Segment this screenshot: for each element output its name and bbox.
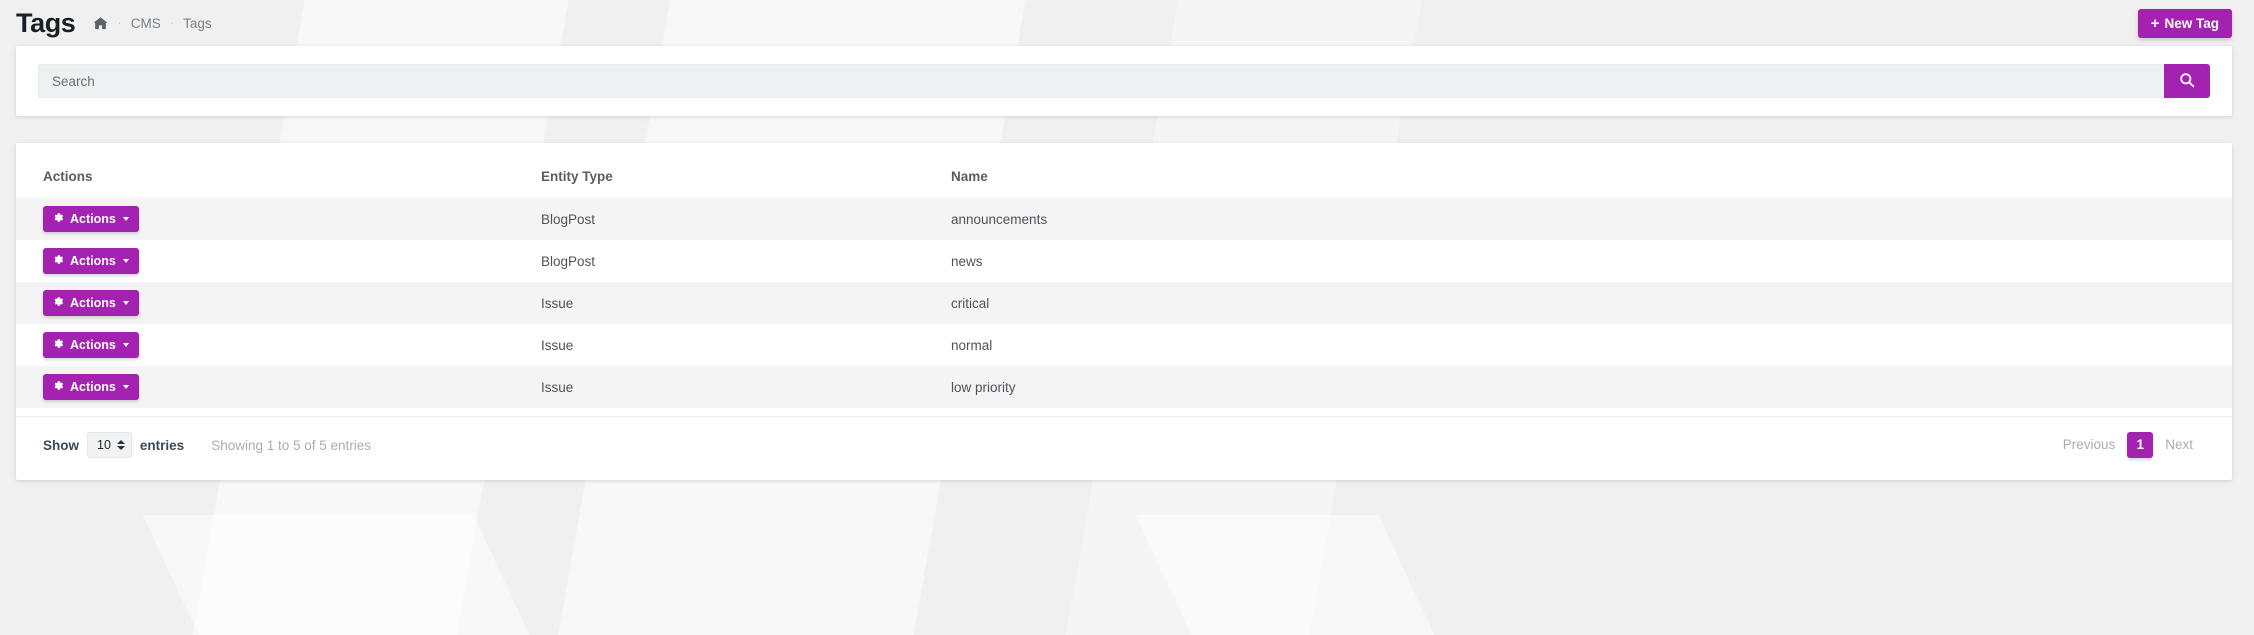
cell-actions: Actions	[16, 198, 541, 240]
tags-table-card: Actions Entity Type Name Actions BlogPos…	[16, 143, 2232, 480]
table-row: Actions Issue critical	[16, 282, 2232, 324]
cell-name: news	[951, 240, 2232, 282]
caret-down-icon	[122, 259, 129, 263]
gear-icon	[53, 338, 64, 352]
search-row	[38, 64, 2210, 98]
tags-table: Actions Entity Type Name Actions BlogPos…	[16, 143, 2232, 408]
search-button[interactable]	[2164, 64, 2210, 98]
breadcrumb-separator-2: ·	[169, 14, 175, 30]
table-header-row: Actions Entity Type Name	[16, 143, 2232, 198]
row-actions-button[interactable]: Actions	[43, 206, 139, 232]
cell-actions: Actions	[16, 366, 541, 408]
breadcrumb: · CMS · Tags	[93, 14, 212, 31]
cell-name: normal	[951, 324, 2232, 366]
table-row: Actions BlogPost announcements	[16, 198, 2232, 240]
row-actions-button[interactable]: Actions	[43, 248, 139, 274]
row-actions-button[interactable]: Actions	[43, 332, 139, 358]
home-icon[interactable]	[93, 16, 108, 31]
entries-label: entries	[139, 437, 185, 453]
breadcrumb-separator-1: ·	[117, 14, 122, 30]
row-actions-label: Actions	[70, 380, 116, 394]
cell-entity-type: Issue	[541, 324, 951, 366]
page-length-select[interactable]: 10	[87, 432, 132, 458]
cell-entity-type: BlogPost	[541, 240, 951, 282]
gear-icon	[53, 380, 64, 394]
cell-entity-type: Issue	[541, 366, 951, 408]
caret-down-icon	[122, 301, 129, 305]
new-tag-button[interactable]: + New Tag	[2137, 8, 2232, 38]
stepper-arrows-icon	[116, 440, 125, 450]
table-row: Actions BlogPost news	[16, 240, 2232, 282]
table-row: Actions Issue normal	[16, 324, 2232, 366]
page-length-control: Show 10 entries	[43, 432, 184, 458]
cell-entity-type: BlogPost	[541, 198, 951, 240]
plus-icon: +	[2150, 14, 2160, 32]
row-actions-label: Actions	[70, 254, 116, 268]
breadcrumb-item-tags[interactable]: Tags	[183, 16, 212, 31]
cell-name: critical	[951, 282, 2232, 324]
cell-name: announcements	[951, 198, 2232, 240]
gear-icon	[53, 212, 64, 226]
pagination-previous[interactable]: Previous	[2051, 432, 2128, 458]
gear-icon	[53, 254, 64, 268]
cell-entity-type: Issue	[541, 282, 951, 324]
page-length-value: 10	[97, 438, 111, 452]
page-title: Tags	[16, 7, 76, 38]
page-root: Tags · CMS · Tags + New Tag Search Actio…	[0, 0, 2254, 480]
pagination-next[interactable]: Next	[2153, 432, 2205, 458]
show-label: Show	[43, 437, 79, 453]
row-actions-label: Actions	[70, 296, 116, 310]
cell-actions: Actions	[16, 282, 541, 324]
row-actions-button[interactable]: Actions	[43, 374, 139, 400]
table-body: Actions BlogPost announcements Actions B…	[16, 198, 2232, 408]
column-header-actions[interactable]: Actions	[16, 143, 541, 198]
row-actions-label: Actions	[70, 338, 116, 352]
cell-name: low priority	[951, 366, 2232, 408]
caret-down-icon	[122, 385, 129, 389]
table-info: Showing 1 to 5 of 5 entries	[211, 437, 372, 453]
background-pattern-lower	[0, 515, 2254, 635]
gear-icon	[53, 296, 64, 310]
breadcrumb-item-cms[interactable]: CMS	[131, 16, 161, 31]
table-row: Actions Issue low priority	[16, 366, 2232, 408]
table-head: Actions Entity Type Name	[16, 143, 2232, 198]
cell-actions: Actions	[16, 324, 541, 366]
row-actions-button[interactable]: Actions	[43, 290, 139, 316]
table-footer: Show 10 entries Showing 1 to 5 of 5 entr…	[16, 416, 2232, 480]
column-header-name[interactable]: Name	[951, 143, 2232, 198]
new-tag-button-label: New Tag	[2164, 15, 2219, 31]
search-icon	[2179, 72, 2195, 91]
search-input[interactable]	[38, 64, 2164, 98]
pagination: Previous 1 Next	[2051, 432, 2205, 458]
search-card	[16, 46, 2232, 116]
caret-down-icon	[122, 343, 129, 347]
row-actions-label: Actions	[70, 212, 116, 226]
cell-actions: Actions	[16, 240, 541, 282]
caret-down-icon	[122, 217, 129, 221]
page-header: Tags · CMS · Tags + New Tag	[0, 0, 2254, 46]
pagination-page-1[interactable]: 1	[2127, 432, 2154, 458]
column-header-entity-type[interactable]: Entity Type	[541, 143, 951, 198]
